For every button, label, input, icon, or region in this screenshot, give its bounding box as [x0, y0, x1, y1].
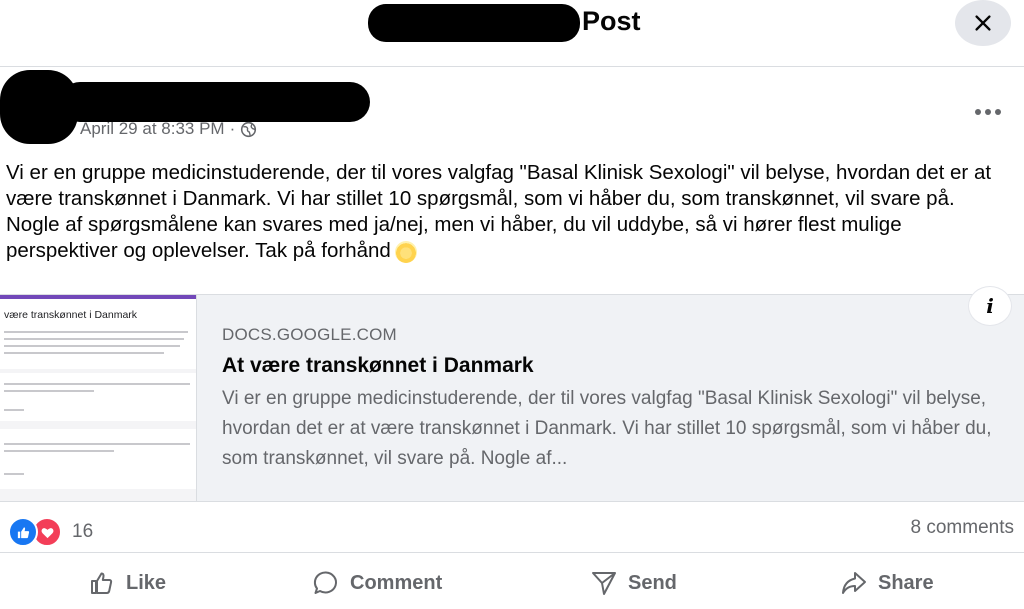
thumbnail-text-line	[4, 473, 24, 475]
comment-icon	[313, 571, 337, 594]
more-horizontal-icon	[975, 109, 981, 115]
send-label: Send	[628, 571, 677, 594]
link-thumbnail[interactable]: være transkønnet i Danmark	[0, 295, 197, 501]
share-label: Share	[878, 571, 934, 594]
thumbnail-text-line	[4, 409, 24, 411]
heart-icon	[41, 527, 53, 538]
post-timestamp-row: April 29 at 8:33 PM ·	[80, 119, 257, 139]
thumbnail-question-card	[0, 429, 196, 489]
send-icon	[592, 572, 616, 595]
thumbnail-text-line	[4, 331, 188, 333]
thumbnail-text-line	[4, 338, 184, 340]
redacted-author-name	[60, 82, 370, 122]
link-title[interactable]: At være transkønnet i Danmark	[222, 354, 1012, 378]
thumbnail-text-line	[4, 345, 180, 347]
thumbnail-text-line	[4, 352, 164, 354]
dialog-title: Post	[582, 6, 641, 36]
info-icon[interactable]: i	[969, 287, 1011, 325]
smile-emoji-icon	[394, 240, 417, 263]
thumbnail-text-line	[4, 443, 190, 445]
share-icon	[842, 572, 866, 594]
more-dot	[985, 109, 991, 115]
link-preview-info[interactable]: DOCS.GOOGLE.COM At være transkønnet i Da…	[222, 325, 1012, 474]
link-description: Vi er en gruppe medicinstuderende, der t…	[222, 388, 992, 469]
dialog-header: Post	[0, 0, 1024, 67]
post-options-button[interactable]	[968, 99, 1008, 125]
post-body: Vi er en gruppe medicinstuderende, der t…	[6, 160, 1006, 264]
like-icon	[91, 572, 113, 594]
more-dot	[995, 109, 1001, 115]
post-timestamp[interactable]: April 29 at 8:33 PM	[80, 119, 225, 139]
like-button[interactable]: Like	[88, 563, 166, 603]
thumbnail-text-line	[4, 383, 190, 385]
globe-icon	[241, 121, 257, 137]
close-icon	[975, 15, 991, 31]
close-button[interactable]	[955, 0, 1011, 46]
send-button[interactable]: Send	[590, 563, 677, 603]
redacted-group-name	[368, 4, 580, 42]
post-actions: Like Comment Send Share	[0, 552, 1024, 609]
thumbs-up-icon	[17, 526, 29, 538]
like-label: Like	[126, 571, 167, 594]
separator-dot: ·	[229, 119, 236, 138]
reaction-count[interactable]: 16	[72, 521, 93, 543]
thumbnail-title: være transkønnet i Danmark	[4, 309, 138, 321]
comments-count[interactable]: 8 comments	[911, 517, 1014, 539]
like-reaction-icon	[8, 517, 38, 547]
reactions-summary: 16 8 comments	[0, 504, 1024, 548]
link-preview-card[interactable]: være transkønnet i Danmark DOCS.GOOGLE.C…	[0, 294, 1024, 502]
thumbnail-text-line	[4, 450, 114, 452]
thumbnail-form-header: være transkønnet i Danmark	[0, 295, 196, 369]
share-button[interactable]: Share	[840, 563, 934, 603]
thumbnail-text-line	[4, 390, 94, 392]
comment-button[interactable]: Comment	[312, 563, 442, 603]
link-domain: DOCS.GOOGLE.COM	[222, 325, 397, 344]
thumbnail-question-card	[0, 373, 196, 421]
comment-label: Comment	[350, 571, 443, 594]
post-text: Vi er en gruppe medicinstuderende, der t…	[6, 161, 992, 262]
reaction-icons[interactable]	[8, 517, 64, 547]
